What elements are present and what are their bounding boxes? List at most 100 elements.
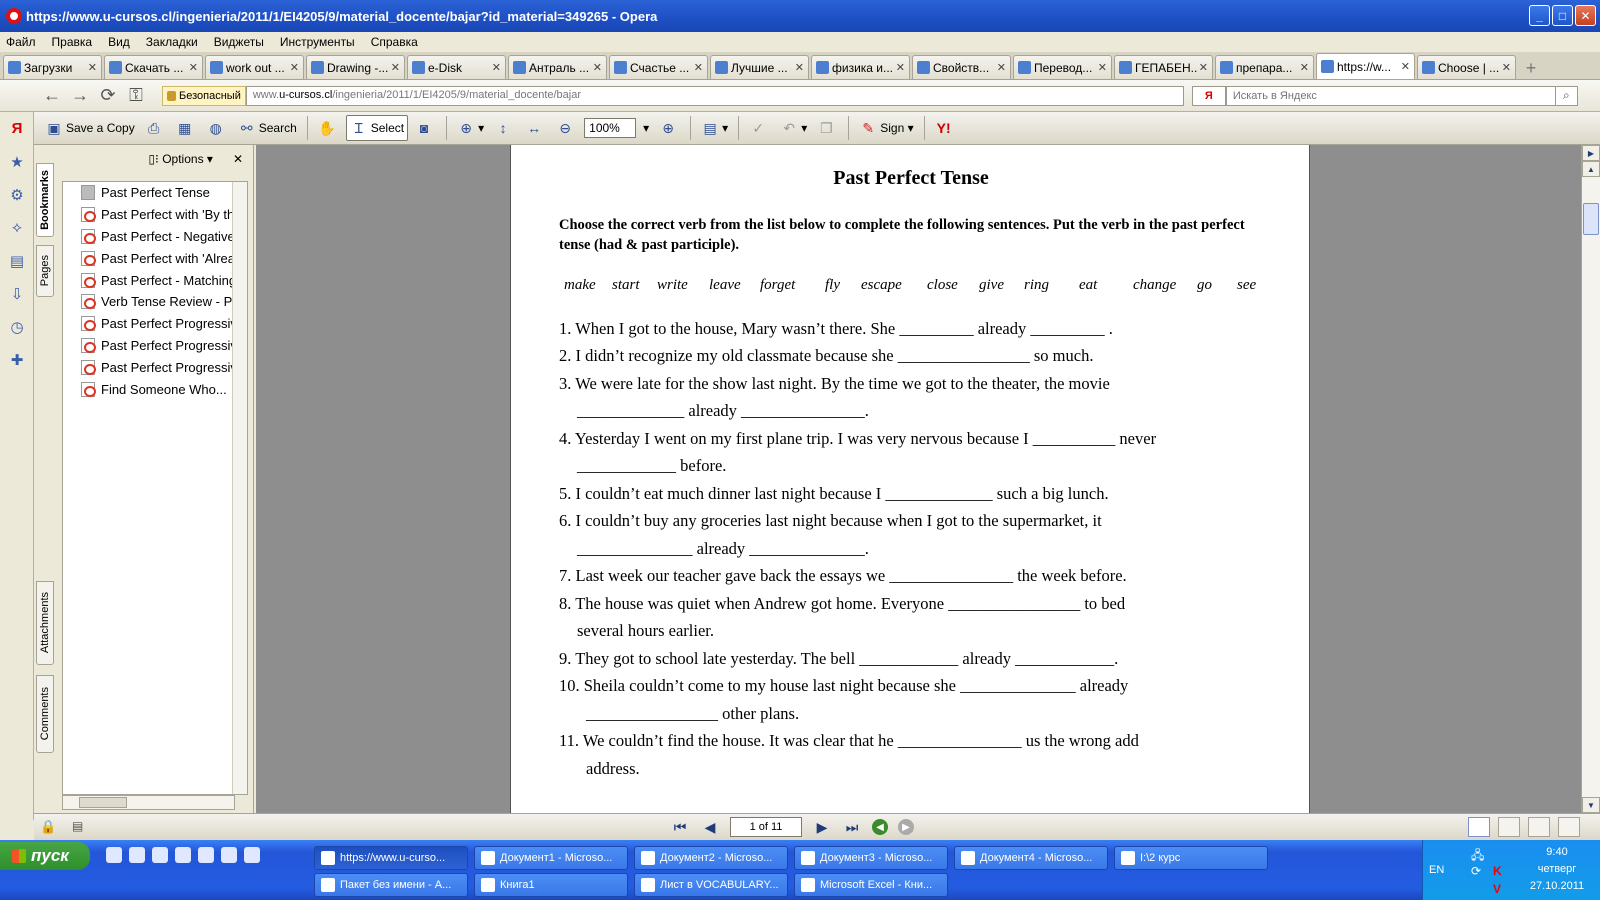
tab-close-icon[interactable]: ✕ (1300, 61, 1309, 74)
tab-2[interactable]: Скачать ... ✕ (104, 55, 203, 79)
explorer-icon[interactable] (129, 847, 145, 863)
tab-close-icon[interactable]: ✕ (997, 61, 1006, 74)
tab-close-icon[interactable]: ✕ (88, 61, 97, 74)
sign-button[interactable]: ✎ Sign ▾ (856, 115, 916, 141)
excel-icon[interactable] (244, 847, 260, 863)
document-viewport[interactable]: Past Perfect Tense Choose the correct ve… (256, 145, 1581, 813)
tab-15[interactable]: Choose | ... ✕ (1417, 55, 1516, 79)
zoom-in-button[interactable]: ⊕ (656, 115, 683, 141)
url-field[interactable]: www.u-cursos.cl/ingenieria/2011/1/EI4205… (245, 85, 1184, 106)
tab-close-icon[interactable]: ✕ (189, 61, 198, 74)
menu-edit[interactable]: Правка (52, 35, 93, 49)
bookmark-item[interactable]: Past Perfect Progressive (63, 313, 247, 335)
firefox-icon[interactable] (221, 847, 237, 863)
zoom-level-input[interactable] (584, 118, 637, 138)
first-page-icon[interactable]: ⏮ (670, 819, 690, 836)
options-menu-button[interactable]: ▯⁝ Options ▾ (148, 152, 212, 166)
scroll-up-icon[interactable]: ▲ (1582, 161, 1600, 177)
email-button[interactable]: ◍ (204, 115, 231, 141)
next-page-icon[interactable]: ▶ (812, 819, 832, 836)
tab-close-icon[interactable]: ✕ (1401, 60, 1410, 73)
hand-tool-button[interactable]: ✋ (315, 115, 342, 141)
tab-close-icon[interactable]: ✕ (290, 61, 299, 74)
menu-help[interactable]: Справка (371, 35, 418, 49)
tab-close-icon[interactable]: ✕ (1199, 61, 1208, 74)
bookmark-item[interactable]: Past Perfect Progressive (63, 356, 247, 378)
bookmark-item[interactable]: Past Perfect with 'By the time' (63, 204, 247, 226)
taskbar-button-document4[interactable]: Документ4 - Microso... (954, 846, 1108, 870)
snapshot-button[interactable]: ◙ (412, 115, 439, 141)
spellcheck-button[interactable]: ✓ (746, 115, 773, 141)
taskbar-button-vocabulary[interactable]: Лист в VOCABULARY... (634, 873, 788, 897)
tab-close-icon[interactable]: ✕ (1098, 61, 1107, 74)
taskbar-button-document2[interactable]: Документ2 - Microso... (634, 846, 788, 870)
bookmark-item[interactable]: Past Perfect - Negative (63, 226, 247, 248)
add-panel-icon[interactable]: ✚ (0, 343, 34, 376)
taskbar-button-document3[interactable]: Документ3 - Microso... (794, 846, 948, 870)
select-tool-button[interactable]: Ɪ Select (345, 115, 409, 141)
tab-active-pdf[interactable]: https://w... ✕ (1316, 53, 1415, 79)
chrome-icon[interactable] (175, 847, 191, 863)
taskbar-button-opera[interactable]: https://www.u-curso... (314, 846, 468, 870)
widgets-gear-icon[interactable]: ⚙ (0, 178, 34, 211)
tab-7[interactable]: Счастье ... ✕ (609, 55, 708, 79)
maximize-button[interactable]: □ (1552, 5, 1573, 26)
scroll-down-icon[interactable]: ▼ (1582, 797, 1600, 813)
tab-9[interactable]: физика и... ✕ (811, 55, 910, 79)
refresh-tray-icon[interactable]: ⟳ (1471, 864, 1481, 878)
bookmark-item[interactable]: Past Perfect with 'Already' (63, 247, 247, 269)
bookmarks-star-icon[interactable]: ★ (0, 145, 34, 178)
fit-width-button[interactable]: ↔ (522, 115, 549, 141)
start-button[interactable]: пуск (0, 842, 90, 870)
tab-close-icon[interactable]: ✕ (593, 61, 602, 74)
bookmark-item[interactable]: Verb Tense Review - Past (63, 291, 247, 313)
tab-close-icon[interactable]: ✕ (1502, 61, 1511, 74)
close-panel-icon[interactable]: ✕ (233, 152, 243, 166)
tab-3[interactable]: work out ... ✕ (205, 55, 304, 79)
tab-attachments[interactable]: Attachments (36, 581, 54, 665)
clock[interactable]: 9:40 четверг 27.10.2011 (1517, 844, 1597, 895)
last-page-icon[interactable]: ⏭ (842, 819, 862, 836)
tab-4[interactable]: Drawing -... ✕ (306, 55, 405, 79)
notes-icon[interactable]: ▤ (0, 244, 34, 277)
tab-downloads[interactable]: Загрузки ✕ (3, 55, 102, 79)
menu-tools[interactable]: Инструменты (280, 35, 355, 49)
tab-11[interactable]: Перевод... ✕ (1013, 55, 1112, 79)
taskbar-button-excel[interactable]: Microsoft Excel - Кни... (794, 873, 948, 897)
scrollbar-thumb[interactable] (79, 797, 127, 808)
tab-close-icon[interactable]: ✕ (391, 61, 400, 74)
continuous-view-icon[interactable] (1498, 817, 1520, 837)
zoom-dropdown[interactable]: ▾ (640, 115, 652, 141)
minimize-button[interactable]: _ (1529, 5, 1550, 26)
bookmarks-horizontal-scrollbar[interactable] (62, 795, 235, 810)
tab-close-icon[interactable]: ✕ (694, 61, 703, 74)
back-arrow-icon[interactable]: ← (38, 82, 66, 110)
tab-12[interactable]: ГЕПАБЕН... ✕ (1114, 55, 1213, 79)
tab-13[interactable]: препара... ✕ (1215, 55, 1314, 79)
language-indicator[interactable]: EN (1429, 864, 1444, 876)
menu-bookmarks[interactable]: Закладки (146, 35, 198, 49)
yahoo-button[interactable]: Y! (932, 115, 959, 141)
yandex-panel-icon[interactable]: Я (0, 112, 34, 145)
previous-view-icon[interactable]: ◀ (872, 819, 888, 835)
word-icon[interactable] (152, 847, 168, 863)
page-number-field[interactable]: 1 of 11 (730, 817, 802, 837)
tab-10[interactable]: Свойств... ✕ (912, 55, 1011, 79)
scroll-right-icon[interactable]: ▶ (1582, 145, 1600, 161)
antivirus-icon[interactable]: V (1493, 882, 1501, 896)
continuous-facing-view-icon[interactable] (1558, 817, 1580, 837)
new-tab-button[interactable]: + (1518, 57, 1544, 79)
single-page-view-icon[interactable] (1468, 817, 1490, 837)
kaspersky-icon[interactable]: K (1493, 864, 1502, 878)
tab-close-icon[interactable]: ✕ (896, 61, 905, 74)
search-button[interactable]: ⚯ Search (235, 115, 300, 141)
reload-icon[interactable]: ⟳ (94, 82, 122, 110)
fit-page-button[interactable]: ↕ (491, 115, 518, 141)
menu-widgets[interactable]: Виджеты (214, 35, 264, 49)
downloads-icon[interactable]: ⇩ (0, 277, 34, 310)
tab-bookmarks[interactable]: Bookmarks (36, 163, 54, 237)
menu-file[interactable]: Файл (6, 35, 36, 49)
zoom-in-tool-button[interactable]: ⊕ ▾ (454, 115, 487, 141)
undo-button[interactable]: ↶ ▾ (777, 115, 810, 141)
zoom-out-button[interactable]: ⊖ (553, 115, 580, 141)
